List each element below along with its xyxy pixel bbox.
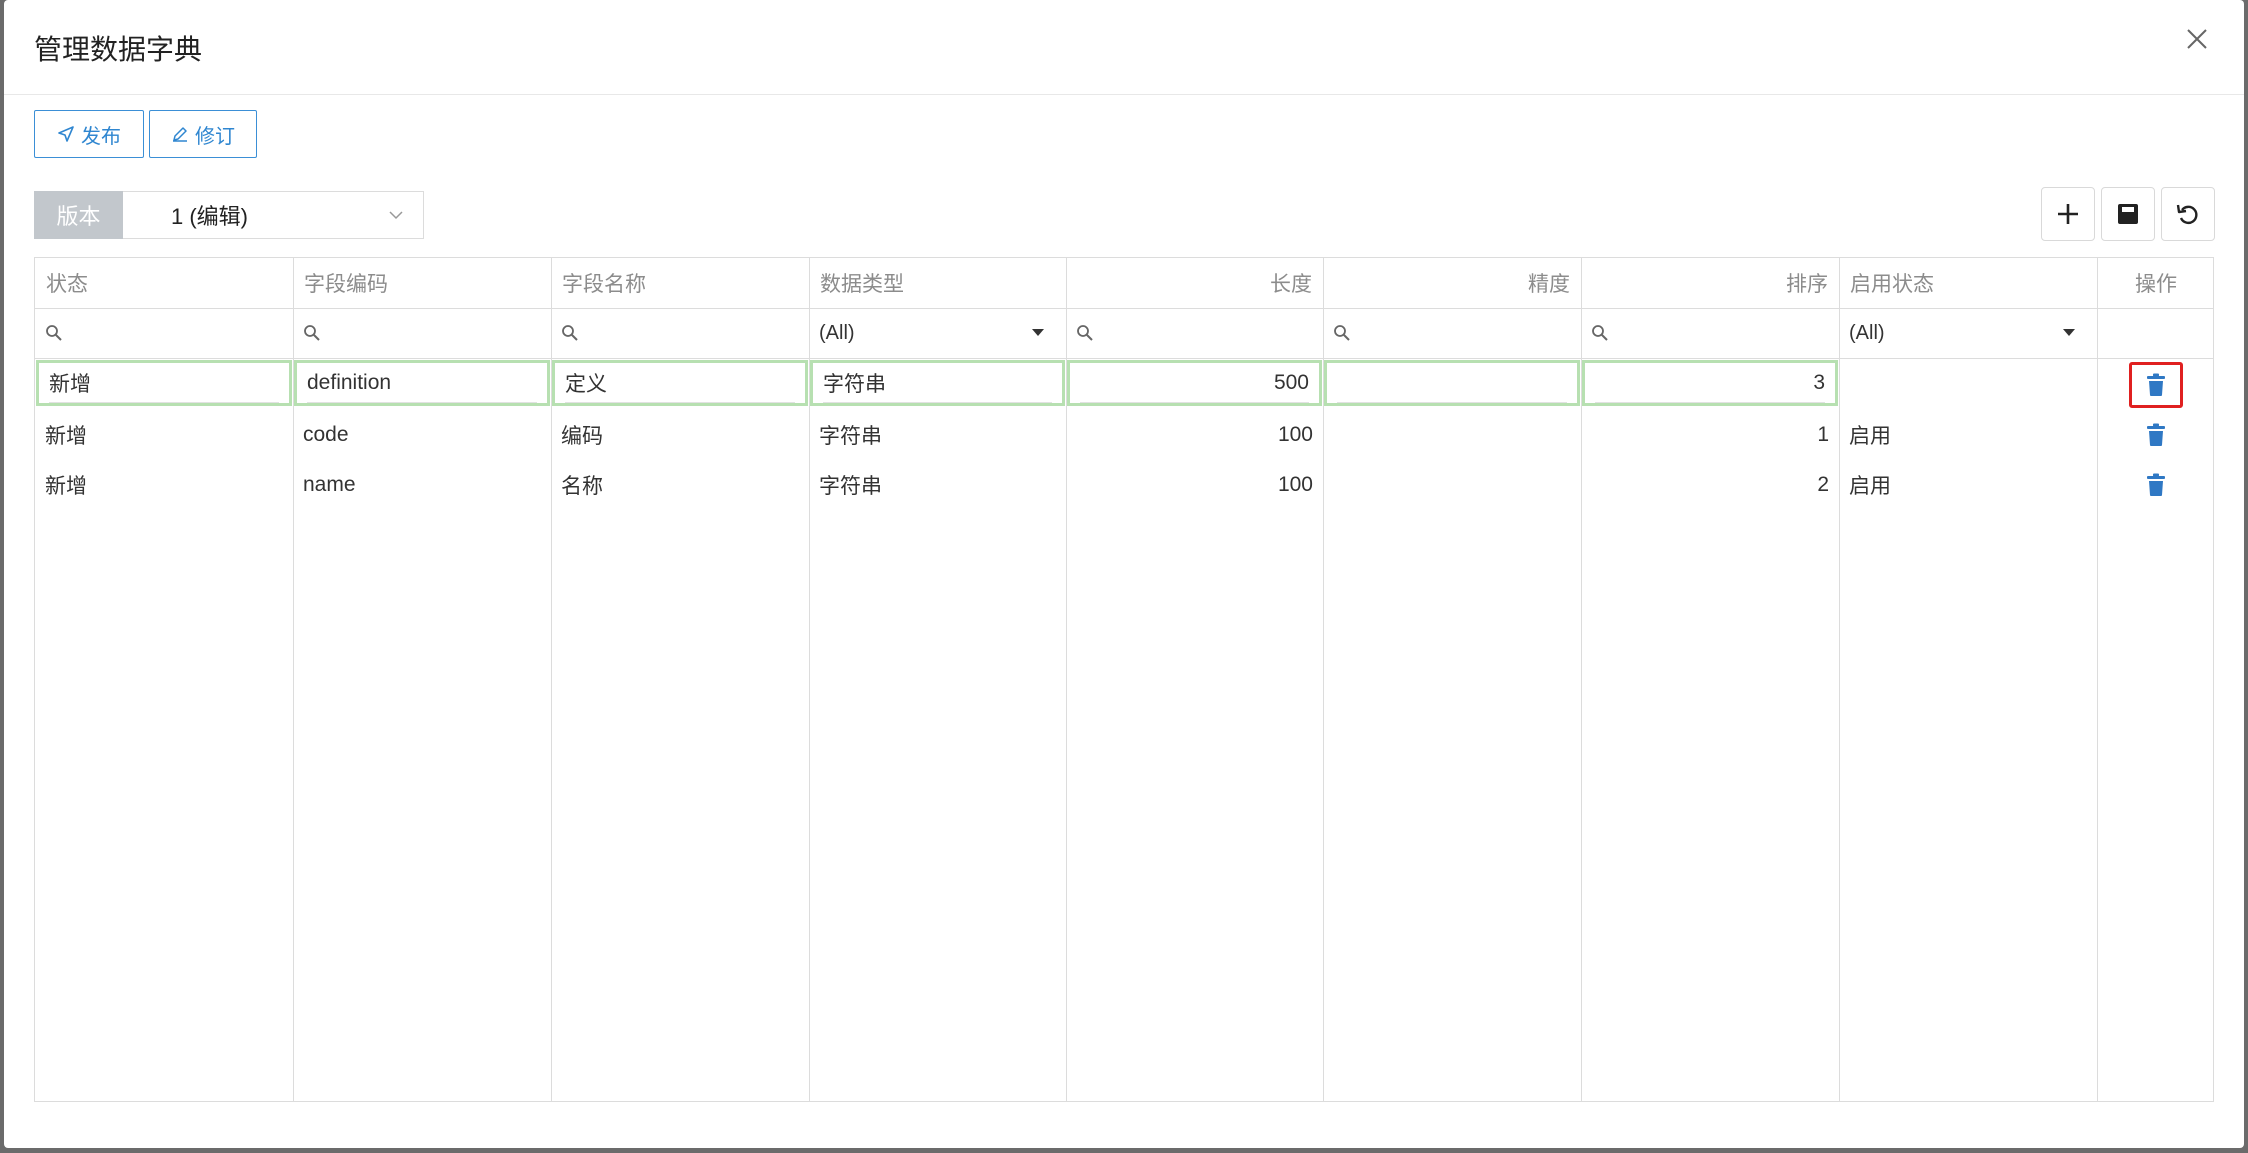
delete-row-button[interactable] [2097,410,2215,460]
table-row: 新增 name 名称 字符串 100 2 启用 [35,460,2215,510]
cell-enabled[interactable] [1839,360,2097,410]
header-enabled[interactable]: 启用状态 [1839,258,2097,308]
header-field-code[interactable]: 字段编码 [293,258,551,308]
cell-precision-value [1337,363,1567,403]
cell-data-type-value: 字符串 [823,363,1052,403]
cell-length[interactable]: 500 [1067,360,1322,406]
header-length[interactable]: 长度 [1066,258,1323,308]
search-icon [1077,325,1093,341]
filter-enabled-value: (All) [1849,321,1885,344]
filter-divider [35,358,2213,359]
caret-down-icon [2063,329,2075,336]
cell-data-type[interactable]: 字符串 [810,360,1065,406]
dialog: 管理数据字典 发布 修订 版本 1 (编辑) 状态 字段编码 字段名称 数据类型… [4,0,2244,1148]
undo-button[interactable] [2161,187,2215,241]
publish-label: 发布 [81,125,121,148]
undo-icon [2176,204,2198,225]
highlight-box [2129,362,2183,408]
header-precision[interactable]: 精度 [1323,258,1581,308]
cell-status[interactable]: 新增 [36,360,292,406]
publish-button[interactable]: 发布 [34,110,144,158]
version-label: 版本 [34,191,123,239]
filter-enabled[interactable]: (All) [1839,308,2097,358]
search-icon [304,325,320,341]
chevron-down-icon [389,211,403,220]
filter-data-type[interactable]: (All) [809,308,1066,358]
header-action: 操作 [2135,273,2177,296]
revise-label: 修订 [195,125,235,148]
version-select[interactable]: 1 (编辑) [123,191,424,239]
close-button[interactable] [2180,22,2214,56]
plus-icon [2058,204,2078,224]
edit-pen-icon [173,127,187,142]
cell-length[interactable]: 100 [1066,410,1323,460]
save-button[interactable] [2101,187,2155,241]
header-sort[interactable]: 排序 [1581,258,1839,308]
cell-sort[interactable]: 3 [1582,360,1838,406]
add-row-button[interactable] [2041,187,2095,241]
trash-icon [2147,423,2165,446]
cell-field-code[interactable]: code [293,410,551,460]
filter-field-name[interactable] [551,308,809,358]
search-icon [1334,325,1350,341]
filter-precision[interactable] [1323,308,1581,358]
cell-sort[interactable]: 2 [1581,460,1839,510]
cell-precision[interactable] [1324,360,1580,406]
cell-status[interactable]: 新增 [35,460,293,510]
send-icon [58,126,74,142]
cell-field-name[interactable]: 编码 [551,410,809,460]
cell-status-value: 新增 [49,363,279,403]
search-icon [46,325,62,341]
cell-field-code[interactable]: definition [294,360,550,406]
cell-field-name[interactable]: 定义 [552,360,808,406]
save-icon [2118,204,2138,224]
cell-field-name-value: 定义 [565,363,795,403]
cell-data-type[interactable]: 字符串 [809,460,1066,510]
dialog-header: 管理数据字典 [4,0,2244,95]
revise-button[interactable]: 修订 [149,110,257,158]
search-icon [1592,325,1608,341]
table-row: 新增 definition 定义 字符串 500 3 [35,360,2215,410]
cell-precision[interactable] [1323,410,1581,460]
close-icon [2187,29,2207,49]
cell-field-code-value: definition [307,363,537,403]
version-selected-value: 1 (编辑) [171,204,249,229]
cell-enabled[interactable]: 启用 [1839,460,2097,510]
cell-status[interactable]: 新增 [35,410,293,460]
header-data-type[interactable]: 数据类型 [809,258,1066,308]
filter-sort[interactable] [1581,308,1839,358]
dialog-title: 管理数据字典 [34,34,203,65]
filter-field-code[interactable] [293,308,551,358]
search-icon [562,325,578,341]
cell-length[interactable]: 100 [1066,460,1323,510]
data-grid: 状态 字段编码 字段名称 数据类型 长度 精度 排序 启用状态 操作 (All) [34,257,2214,1102]
cell-precision[interactable] [1323,460,1581,510]
header-field-name[interactable]: 字段名称 [551,258,809,308]
cell-sort-value: 3 [1595,363,1825,403]
cell-enabled[interactable]: 启用 [1839,410,2097,460]
cell-length-value: 500 [1080,363,1309,403]
filter-length[interactable] [1066,308,1323,358]
header-status[interactable]: 状态 [35,258,293,308]
filter-status[interactable] [35,308,293,358]
cell-data-type[interactable]: 字符串 [809,410,1066,460]
cell-sort[interactable]: 1 [1581,410,1839,460]
caret-down-icon [1032,329,1044,336]
trash-icon [2147,473,2165,496]
delete-row-button[interactable] [2097,460,2215,510]
filter-data-type-value: (All) [819,321,855,344]
cell-field-code[interactable]: name [293,460,551,510]
cell-field-name[interactable]: 名称 [551,460,809,510]
table-row: 新增 code 编码 字符串 100 1 启用 [35,410,2215,460]
